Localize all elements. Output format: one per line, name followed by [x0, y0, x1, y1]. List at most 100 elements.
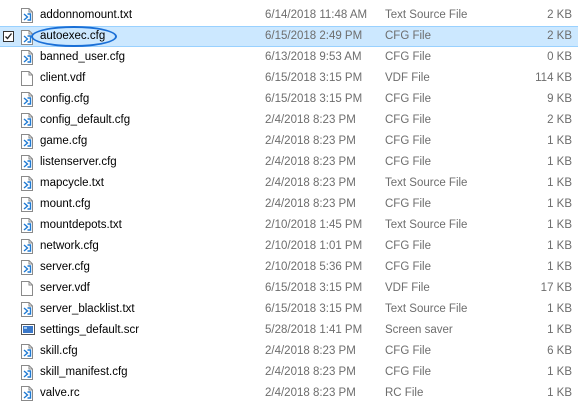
- file-size: 1 KB: [547, 303, 572, 315]
- file-type: CFG File: [385, 93, 431, 105]
- file-name: config.cfg: [40, 93, 90, 105]
- file-date-modified: 2/10/2018 1:45 PM: [265, 219, 363, 231]
- vscode-file-icon: [21, 386, 33, 401]
- file-type: Text Source File: [385, 177, 468, 189]
- file-row[interactable]: mapcycle.txt 2/4/2018 8:23 PM Text Source …: [0, 173, 578, 194]
- file-date-modified: 2/4/2018 8:23 PM: [265, 135, 356, 147]
- file-date-modified: 2/10/2018 5:36 PM: [265, 261, 363, 273]
- blank-file-icon: [21, 281, 33, 296]
- file-row[interactable]: server_blacklist.txt 6/15/2018 3:15 PM Tex…: [0, 299, 578, 320]
- file-name: mapcycle.txt: [40, 177, 104, 189]
- file-name: config_default.cfg: [40, 114, 131, 126]
- file-row[interactable]: server.cfg 2/10/2018 5:36 PM CFG File 1 KB: [0, 257, 578, 278]
- file-name: addonnomount.txt: [40, 9, 133, 21]
- file-size: 9 KB: [547, 93, 572, 105]
- file-date-modified: 6/14/2018 11:48 AM: [265, 9, 368, 21]
- file-row[interactable]: mountdepots.txt 2/10/2018 1:45 PM Text Sou…: [0, 215, 578, 236]
- vscode-file-icon: [21, 50, 33, 65]
- vscode-file-icon: [21, 197, 33, 212]
- vscode-file-icon: [21, 365, 33, 380]
- file-date-modified: 5/28/2018 1:41 PM: [265, 324, 363, 336]
- file-date-modified: 2/4/2018 8:23 PM: [265, 345, 356, 357]
- file-name: mount.cfg: [40, 198, 91, 210]
- file-type: CFG File: [385, 30, 431, 42]
- file-size: 1 KB: [547, 324, 572, 336]
- vscode-file-icon: [21, 134, 33, 149]
- file-date-modified: 6/15/2018 3:15 PM: [265, 72, 363, 84]
- file-name: server.cfg: [40, 261, 90, 273]
- file-date-modified: 6/15/2018 2:49 PM: [265, 30, 363, 42]
- file-size: 1 KB: [547, 156, 572, 168]
- row-checkbox[interactable]: [3, 31, 14, 42]
- file-size: 1 KB: [547, 135, 572, 147]
- file-row[interactable]: banned_user.cfg 6/13/2018 9:53 AM CFG File…: [0, 47, 578, 68]
- file-list: addonnomount.txt 6/14/2018 11:48 AM Text S…: [0, 0, 578, 406]
- file-date-modified: 2/4/2018 8:23 PM: [265, 198, 356, 210]
- vscode-file-icon: [21, 239, 33, 254]
- file-type: CFG File: [385, 366, 431, 378]
- file-type: Screen saver: [385, 324, 453, 336]
- file-size: 2 KB: [547, 114, 572, 126]
- file-type: Text Source File: [385, 219, 468, 231]
- file-name: autoexec.cfg: [40, 30, 106, 42]
- file-row[interactable]: network.cfg 2/10/2018 1:01 PM CFG File 1 KB: [0, 236, 578, 257]
- file-size: 2 KB: [547, 9, 572, 21]
- file-size: 6 KB: [547, 345, 572, 357]
- file-type: CFG File: [385, 240, 431, 252]
- file-name: listenserver.cfg: [40, 156, 117, 168]
- file-name: server_blacklist.txt: [40, 303, 135, 315]
- file-type: CFG File: [385, 156, 431, 168]
- file-date-modified: 2/4/2018 8:23 PM: [265, 387, 356, 399]
- vscode-file-icon: [21, 92, 33, 107]
- file-row[interactable]: settings_default.scr 5/28/2018 1:41 PM Scr…: [0, 320, 578, 341]
- file-size: 1 KB: [547, 177, 572, 189]
- file-date-modified: 2/4/2018 8:23 PM: [265, 366, 356, 378]
- file-name: server.vdf: [40, 282, 90, 294]
- file-type: RC File: [385, 387, 424, 399]
- file-type: VDF File: [385, 282, 430, 294]
- file-row[interactable]: config.cfg 6/15/2018 3:15 PM CFG File 9 KB: [0, 89, 578, 110]
- file-name: client.vdf: [40, 72, 86, 84]
- vscode-file-icon: [21, 260, 33, 275]
- file-name: banned_user.cfg: [40, 51, 126, 63]
- file-size: 2 KB: [547, 30, 572, 42]
- file-type: Text Source File: [385, 9, 468, 21]
- file-name: game.cfg: [40, 135, 88, 147]
- file-date-modified: 2/4/2018 8:23 PM: [265, 177, 356, 189]
- file-row[interactable]: config_default.cfg 2/4/2018 8:23 PM CFG Fi…: [0, 110, 578, 131]
- vscode-file-icon: [21, 8, 33, 23]
- file-date-modified: 6/13/2018 9:53 AM: [265, 51, 362, 63]
- file-row[interactable]: skill_manifest.cfg 2/4/2018 8:23 PM CFG Fi…: [0, 362, 578, 383]
- vscode-file-icon: [21, 218, 33, 233]
- file-type: CFG File: [385, 198, 431, 210]
- file-date-modified: 6/15/2018 3:15 PM: [265, 282, 363, 294]
- blank-file-icon: [21, 71, 33, 86]
- file-size: 1 KB: [547, 261, 572, 273]
- file-size: 1 KB: [547, 198, 572, 210]
- file-size: 114 KB: [535, 72, 572, 84]
- file-row[interactable]: client.vdf 6/15/2018 3:15 PM VDF File 114 K…: [0, 68, 578, 89]
- file-name: settings_default.scr: [40, 324, 140, 336]
- vscode-file-icon: [21, 176, 33, 191]
- file-size: 0 KB: [547, 51, 572, 63]
- file-row[interactable]: autoexec.cfg 6/15/2018 2:49 PM CFG File 2 K…: [0, 26, 578, 47]
- file-row[interactable]: valve.rc 2/4/2018 8:23 PM RC File 1 KB: [0, 383, 578, 404]
- file-row[interactable]: mount.cfg 2/4/2018 8:23 PM CFG File 1 KB: [0, 194, 578, 215]
- file-date-modified: 2/4/2018 8:23 PM: [265, 114, 356, 126]
- file-row[interactable]: addonnomount.txt 6/14/2018 11:48 AM Text S…: [0, 5, 578, 26]
- file-name: valve.rc: [40, 387, 80, 399]
- vscode-file-icon: [21, 344, 33, 359]
- vscode-file-icon: [21, 302, 33, 317]
- file-date-modified: 2/4/2018 8:23 PM: [265, 156, 356, 168]
- file-row[interactable]: listenserver.cfg 2/4/2018 8:23 PM CFG File…: [0, 152, 578, 173]
- file-row[interactable]: server.vdf 6/15/2018 3:15 PM VDF File 17 KB: [0, 278, 578, 299]
- file-name: skill_manifest.cfg: [40, 366, 128, 378]
- file-size: 1 KB: [547, 240, 572, 252]
- vscode-file-icon: [21, 155, 33, 170]
- file-size: 1 KB: [547, 366, 572, 378]
- file-size: 1 KB: [547, 219, 572, 231]
- file-row[interactable]: game.cfg 2/4/2018 8:23 PM CFG File 1 KB: [0, 131, 578, 152]
- file-name: mountdepots.txt: [40, 219, 122, 231]
- file-type: CFG File: [385, 261, 431, 273]
- file-row[interactable]: skill.cfg 2/4/2018 8:23 PM CFG File 6 KB: [0, 341, 578, 362]
